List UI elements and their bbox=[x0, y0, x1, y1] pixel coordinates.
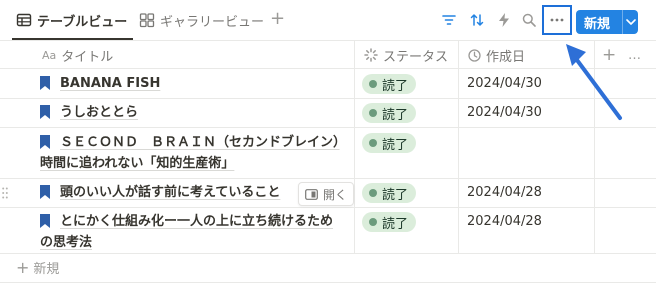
column-header-created-label: 作成日 bbox=[486, 49, 526, 65]
title-cell[interactable]: 頭のいい人が話す前に考えていること bbox=[40, 182, 290, 203]
column-header-title[interactable]: Aa タイトル bbox=[42, 41, 342, 69]
new-button[interactable]: 新規 bbox=[576, 10, 638, 34]
table-bottom-divider bbox=[0, 282, 656, 283]
status-badge[interactable]: 読了 bbox=[362, 212, 417, 232]
created-date: 2024/04/30 bbox=[467, 76, 542, 91]
status-dot bbox=[369, 80, 377, 88]
bookmark-icon bbox=[40, 214, 50, 228]
filter-icon[interactable] bbox=[441, 12, 457, 28]
status-dot bbox=[369, 189, 377, 197]
bookmark-icon bbox=[40, 135, 50, 149]
new-row-label: 新規 bbox=[33, 262, 60, 277]
table-icon bbox=[16, 12, 32, 28]
sort-icon[interactable] bbox=[469, 12, 485, 28]
column-header-status-label: ステータス bbox=[383, 49, 449, 65]
status-badge[interactable]: 読了 bbox=[362, 103, 417, 123]
bookmark-icon bbox=[40, 185, 50, 199]
created-date: 2024/04/28 bbox=[467, 214, 542, 229]
text-property-icon: Aa bbox=[42, 48, 57, 62]
tab-gallery-view-label: ギャラリービュー bbox=[160, 14, 265, 30]
title-cell[interactable]: BANANA FISH bbox=[40, 73, 345, 94]
status-badge[interactable]: 読了 bbox=[362, 133, 417, 153]
more-button-highlight bbox=[542, 5, 572, 35]
plus-icon: + bbox=[16, 257, 30, 277]
automation-bolt-icon[interactable] bbox=[496, 12, 512, 28]
status-dot bbox=[369, 218, 377, 226]
chevron-down-icon[interactable] bbox=[623, 19, 638, 25]
bookmark-icon bbox=[40, 105, 50, 119]
column-header-title-label: タイトル bbox=[61, 49, 114, 65]
status-dot bbox=[369, 109, 377, 117]
status-label: 読了 bbox=[382, 216, 409, 232]
title-cell[interactable]: とにかく仕組み化ー一人の上に立ち続けるための思考法 bbox=[40, 211, 340, 253]
clock-icon bbox=[468, 48, 481, 62]
table-row[interactable]: BANANA FISH 読了 2024/04/30 bbox=[0, 69, 656, 99]
open-page-button[interactable]: 開く bbox=[298, 182, 355, 206]
tab-gallery-view[interactable]: ギャラリービュー bbox=[139, 0, 264, 40]
more-columns-button[interactable]: … bbox=[628, 41, 644, 69]
table-row[interactable]: 頭のいい人が話す前に考えていること 開く 読了 2024/04/28 bbox=[0, 179, 656, 208]
row-title[interactable]: とにかく仕組み化ー一人の上に立ち続けるための思考法 bbox=[40, 211, 340, 253]
annotation-arrow bbox=[566, 44, 622, 120]
gallery-icon bbox=[139, 12, 155, 28]
column-header-status[interactable]: ステータス bbox=[364, 41, 459, 69]
open-page-label: 開く bbox=[323, 187, 348, 202]
row-title[interactable]: BANANA FISH bbox=[40, 73, 345, 94]
new-row-button[interactable]: + 新規 bbox=[16, 258, 59, 277]
row-title[interactable]: 頭のいい人が話す前に考えていること bbox=[40, 182, 290, 203]
table-header: Aa タイトル ステータス 作成日 + … bbox=[0, 40, 656, 69]
table-row[interactable]: ＳＥＣＯＮＤ ＢＲＡＩＮ（セカンドブレイン）時間に追われない「知的生産術」 読了 bbox=[0, 128, 656, 179]
row-title[interactable]: ＳＥＣＯＮＤ ＢＲＡＩＮ（セカンドブレイン）時間に追われない「知的生産術」 bbox=[40, 132, 340, 174]
tab-table-view-label: テーブルビュー bbox=[37, 14, 128, 30]
title-cell[interactable]: ＳＥＣＯＮＤ ＢＲＡＩＮ（セカンドブレイン）時間に追われない「知的生産術」 bbox=[40, 132, 340, 174]
status-label: 読了 bbox=[382, 107, 409, 123]
created-date: 2024/04/28 bbox=[467, 185, 542, 200]
title-cell[interactable]: うしおととら bbox=[40, 102, 345, 123]
status-spinner-icon bbox=[364, 48, 378, 62]
table-row[interactable]: うしおととら 読了 2024/04/30 bbox=[0, 99, 656, 128]
status-badge[interactable]: 読了 bbox=[362, 183, 417, 203]
bookmark-icon bbox=[40, 76, 50, 90]
new-button-label: 新規 bbox=[584, 16, 611, 32]
status-label: 読了 bbox=[382, 137, 409, 153]
status-dot bbox=[369, 139, 377, 147]
status-label: 読了 bbox=[382, 187, 409, 203]
drag-handle-icon[interactable] bbox=[2, 187, 8, 199]
tab-table-view[interactable]: テーブルビュー bbox=[11, 0, 134, 40]
add-view-button[interactable]: + bbox=[270, 10, 285, 28]
side-peek-icon bbox=[305, 188, 318, 200]
created-date: 2024/04/30 bbox=[467, 105, 542, 120]
search-icon[interactable] bbox=[521, 12, 537, 28]
status-label: 読了 bbox=[382, 78, 409, 94]
status-badge[interactable]: 読了 bbox=[362, 74, 417, 94]
row-title[interactable]: うしおととら bbox=[40, 102, 345, 123]
view-toolbar: テーブルビュー ギャラリービュー + 新規 bbox=[0, 0, 656, 40]
table-row[interactable]: とにかく仕組み化ー一人の上に立ち続けるための思考法 読了 2024/04/28 bbox=[0, 208, 656, 254]
